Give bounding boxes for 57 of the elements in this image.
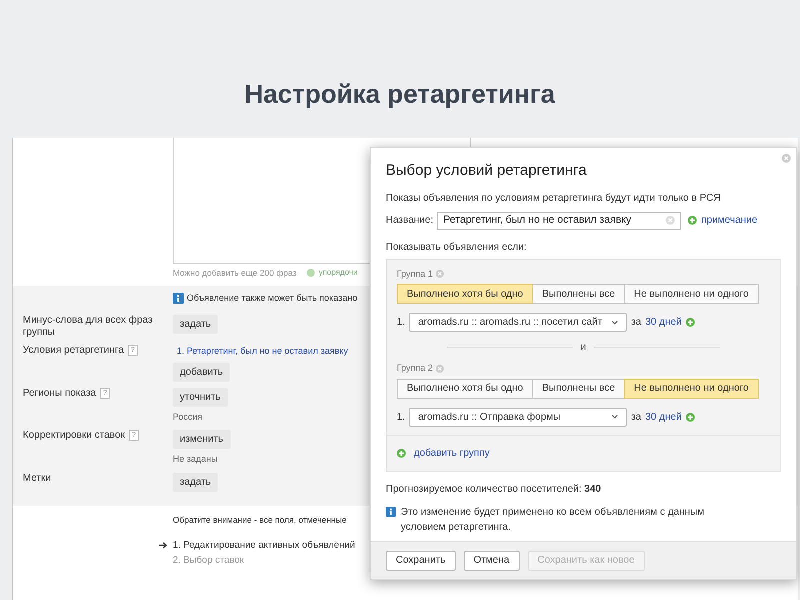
mode-tab[interactable]: Не выполнено ни одного [624, 284, 759, 304]
step-item: 1. Редактирование активных объявлений [173, 538, 356, 552]
name-label: Название: [386, 214, 434, 228]
action-button[interactable]: добавить [173, 362, 230, 382]
chevron-icon [612, 415, 618, 419]
group-title: Группа 1 [397, 268, 434, 281]
period-link[interactable]: 30 дней [646, 315, 682, 330]
mode-tab[interactable]: Выполнены все [532, 378, 626, 398]
dialog-button[interactable]: Сохранить [386, 550, 456, 570]
info-text: Это изменение будет применено ко всем объявлениям с данным условием ретаргетинга. [401, 506, 706, 534]
period-prefix: за [631, 316, 642, 330]
mode-tab[interactable]: Выполнено хотя бы одно [397, 284, 534, 304]
field-label: Метки [23, 472, 52, 485]
field-label: Корректировки ставок [23, 430, 126, 442]
slide-title: Настройка ретаргетинга [244, 78, 556, 110]
mode-tab[interactable]: Выполнены все [532, 284, 626, 304]
add-icon[interactable] [686, 318, 695, 327]
value-text: Не заданы [173, 453, 218, 466]
group-title: Группа 2 [397, 362, 434, 375]
step-item: 2. Выбор ставок [173, 554, 244, 568]
note-link[interactable]: примечание [701, 213, 758, 228]
field-label: Минус-слова для всех фраз группы [23, 315, 153, 340]
close-icon[interactable] [782, 154, 791, 163]
dialog-subtitle: Показы объявления по условиям ретаргетинга будут идти только в РСЯ [386, 192, 722, 206]
mode-tab[interactable]: Выполнено хотя бы одно [397, 378, 534, 398]
forecast-text: Прогнозируемое количество посетителей: 340 [386, 482, 602, 496]
info-icon [173, 293, 184, 304]
condition-select[interactable]: aromads.ru :: Отправка формы [409, 408, 628, 426]
action-button[interactable]: уточнить [173, 388, 228, 407]
field-label: Регионы показа [23, 388, 96, 400]
period-link[interactable]: 30 дней [646, 410, 682, 424]
action-button[interactable]: изменить [173, 430, 231, 450]
action-button[interactable]: задать [173, 315, 218, 334]
mode-tab[interactable]: Не выполнено ни одного [624, 378, 759, 398]
period-prefix: за [631, 410, 642, 424]
add-group-link[interactable]: добавить группу [414, 446, 490, 460]
chevron-icon [612, 320, 618, 324]
arrow-icon [159, 542, 168, 550]
condition-number: 1. [397, 410, 406, 424]
action-button[interactable]: задать [173, 472, 218, 492]
remove-icon[interactable] [436, 364, 444, 373]
field-label: Условия ретаргетинга [23, 345, 124, 358]
info-icon [386, 506, 396, 516]
dialog-button[interactable]: Отмена [464, 550, 520, 570]
separator-text: и [580, 340, 586, 354]
hint-text: Можно добавить еще 200 фраз [173, 267, 297, 280]
add-icon[interactable] [686, 412, 695, 422]
notice-text: Объявление также может быть показано [187, 292, 358, 305]
name-field[interactable]: Ретаргетинг, был но не оставил заявку [437, 212, 682, 230]
value-text: Россия [173, 410, 203, 424]
condition-select[interactable]: aromads.ru :: aromads.ru :: посетил сайт [409, 313, 628, 332]
clear-icon[interactable] [666, 216, 676, 225]
dialog-title: Выбор условий ретаргетинга [386, 161, 588, 181]
condition-link[interactable]: 1. Ретаргетинг, был но не оставил заявку [173, 345, 348, 359]
condition-number: 1. [397, 316, 406, 330]
remove-icon[interactable] [436, 270, 444, 278]
condition-heading: Показывать объявления если: [386, 240, 528, 254]
